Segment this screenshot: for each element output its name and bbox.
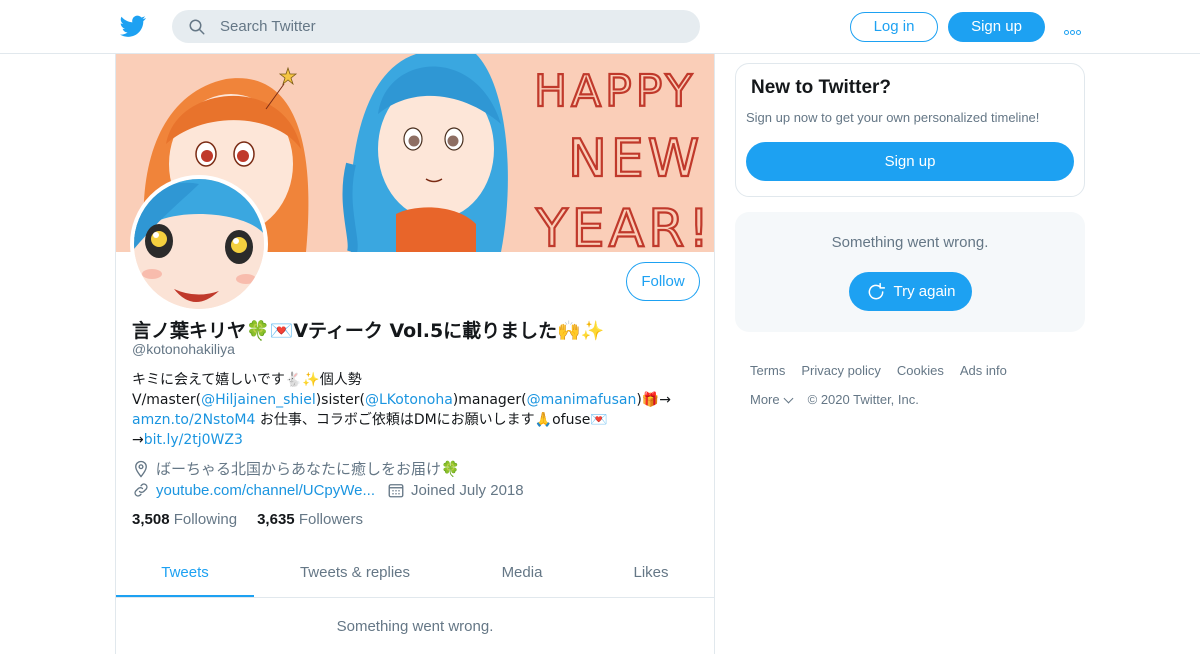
- profile-avatar[interactable]: [130, 175, 268, 313]
- footer-more-menu[interactable]: More: [750, 392, 794, 407]
- profile-location: ばーちゃる北国からあなたに癒しをお届け🍀: [156, 460, 460, 478]
- more-options-icon[interactable]: [1064, 20, 1086, 35]
- joined-text: Joined July 2018: [411, 481, 524, 499]
- profile-handle: @kotonohakiliya: [132, 341, 235, 357]
- profile-tabs: Tweets Tweets & replies Media Likes: [116, 551, 714, 598]
- footer-links: Terms Privacy policy Cookies Ads info Mo…: [750, 363, 1080, 421]
- search-box[interactable]: [172, 10, 700, 43]
- followers-stat[interactable]: 3,635 Followers: [257, 511, 363, 528]
- follow-button[interactable]: Follow: [626, 262, 700, 301]
- chevron-down-icon: [783, 393, 794, 404]
- profile-website-link[interactable]: youtube.com/channel/UCpyWe...: [156, 482, 375, 499]
- bio-url-link[interactable]: amzn.to/2NstoM4: [132, 412, 255, 428]
- link-icon: [134, 483, 148, 497]
- banner-text-new: NEW: [568, 129, 703, 189]
- bio-url-link[interactable]: bit.ly/2tj0WZ3: [144, 432, 243, 448]
- bio-mention-link[interactable]: @Hiljainen_shiel: [201, 392, 316, 408]
- following-stat[interactable]: 3,508 Following: [132, 511, 237, 528]
- profile-column: HAPPY NEW YEAR! Follow 言ノ葉キリヤ🍀💌Vティーク Vol…: [115, 54, 715, 654]
- bio-text: →: [132, 432, 144, 448]
- twitter-bird-logo-icon[interactable]: [120, 13, 146, 39]
- footer-cookies-link[interactable]: Cookies: [897, 363, 944, 378]
- sidebar-signup-button[interactable]: Sign up: [746, 142, 1074, 181]
- new-to-twitter-card: New to Twitter? Sign up now to get your …: [735, 63, 1085, 197]
- new-to-twitter-title: New to Twitter?: [751, 77, 892, 98]
- new-to-twitter-description: Sign up now to get your own personalized…: [746, 110, 1040, 125]
- signup-button[interactable]: Sign up: [948, 12, 1045, 42]
- refresh-icon: [868, 282, 885, 299]
- tab-likes[interactable]: Likes: [588, 551, 714, 597]
- sidebar-error-message: Something went wrong.: [831, 234, 989, 251]
- followers-count: 3,635: [257, 511, 295, 528]
- following-label: Following: [173, 511, 238, 528]
- bio-text: )manager(: [452, 392, 527, 408]
- footer-privacy-link[interactable]: Privacy policy: [801, 363, 880, 378]
- login-button[interactable]: Log in: [850, 12, 938, 42]
- bio-mention-link[interactable]: @manimafusan: [527, 392, 637, 408]
- profile-display-name: 言ノ葉キリヤ🍀💌Vティーク Vol.5に載りました🙌✨: [132, 320, 605, 342]
- try-again-button[interactable]: Try again: [849, 272, 972, 311]
- try-again-label: Try again: [893, 283, 956, 300]
- top-navigation-bar: Log in Sign up: [0, 0, 1200, 54]
- profile-stats: 3,508 Following 3,635 Followers: [132, 511, 363, 528]
- footer-copyright: © 2020 Twitter, Inc.: [807, 392, 919, 407]
- profile-url-row: youtube.com/channel/UCpyWe... Joined Jul…: [132, 481, 524, 499]
- footer-more-label: More: [750, 392, 780, 407]
- location-pin-icon: [135, 460, 147, 478]
- tab-tweets[interactable]: Tweets: [116, 551, 254, 597]
- bio-text: V/master(: [132, 392, 202, 408]
- tab-tweets-and-replies[interactable]: Tweets & replies: [254, 551, 456, 597]
- following-count: 3,508: [132, 511, 170, 528]
- banner-text-happy: HAPPY: [534, 66, 696, 117]
- bio-text: お仕事、コラボご依頼はDMにお願いします🙏ofuse💌: [255, 412, 608, 428]
- bio-mention-link[interactable]: @LKotonoha: [365, 392, 453, 408]
- profile-location-row: ばーちゃる北国からあなたに癒しをお届け🍀: [132, 458, 460, 479]
- profile-joined-date: Joined July 2018: [387, 481, 524, 499]
- tab-media[interactable]: Media: [456, 551, 588, 597]
- profile-bio: キミに会えて嬉しいです🐇✨個人勢 V/master(@Hiljainen_shi…: [132, 370, 702, 450]
- search-icon: [189, 19, 205, 35]
- timeline-error-message: Something went wrong.: [336, 618, 494, 635]
- bio-text: )sister(: [315, 392, 365, 408]
- footer-ads-info-link[interactable]: Ads info: [960, 363, 1007, 378]
- sidebar-error-card: Something went wrong. Try again: [735, 212, 1085, 332]
- bio-text: )🎁→: [636, 392, 672, 408]
- search-input[interactable]: [220, 10, 680, 43]
- bio-text: キミに会えて嬉しいです🐇✨個人勢: [132, 372, 362, 388]
- footer-terms-link[interactable]: Terms: [750, 363, 785, 378]
- calendar-icon: [388, 484, 404, 498]
- banner-text-year: YEAR!: [535, 199, 713, 252]
- followers-label: Followers: [298, 511, 363, 528]
